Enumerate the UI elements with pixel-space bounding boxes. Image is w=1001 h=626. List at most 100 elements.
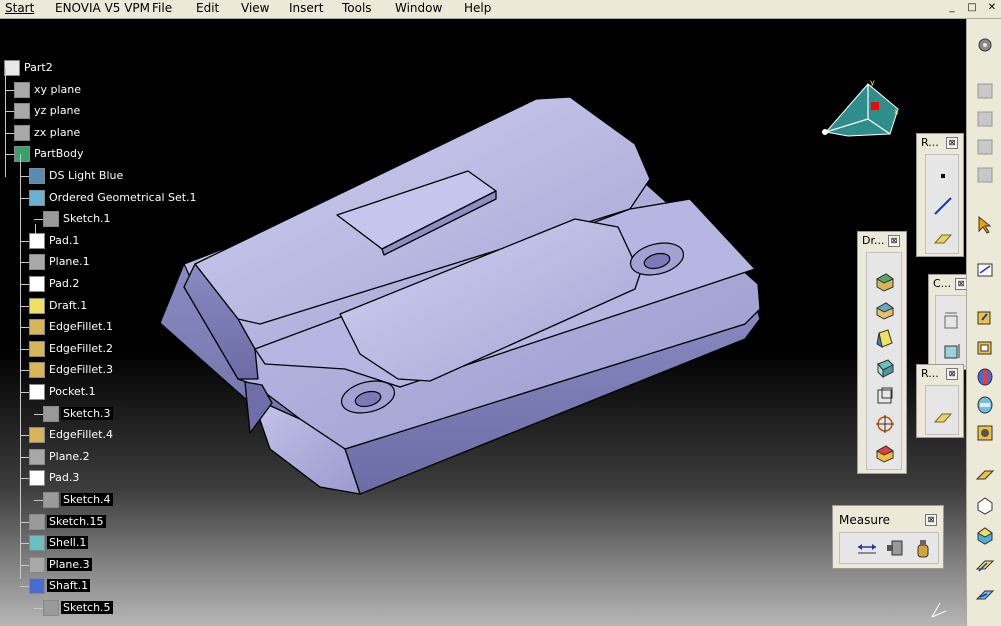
tree-node-label: PartBody bbox=[34, 147, 84, 161]
hole-icon[interactable] bbox=[975, 423, 995, 443]
tree-node-sketch-3[interactable]: Sketch.3 bbox=[43, 405, 113, 423]
measure-toolbar-close-button[interactable]: ⊠ bbox=[925, 514, 937, 526]
tree-node-pad-2[interactable]: Pad.2 bbox=[29, 275, 81, 293]
reference-toolbar-close-button[interactable]: ⊠ bbox=[946, 137, 958, 149]
tree-node-label: Plane.2 bbox=[49, 449, 90, 463]
menu-view[interactable]: View bbox=[241, 1, 269, 16]
multi-section-icon[interactable] bbox=[975, 585, 995, 605]
tree-connector bbox=[20, 240, 29, 242]
tree-node-pad-3[interactable]: Pad.3 bbox=[29, 469, 81, 487]
tree-node-plane-2[interactable]: Plane.2 bbox=[29, 448, 92, 466]
stiffener-icon[interactable] bbox=[975, 555, 995, 575]
tree-node-plane-3[interactable]: Plane.3 bbox=[29, 556, 92, 574]
chamfer-icon[interactable] bbox=[874, 299, 896, 321]
edge-fillet-icon[interactable] bbox=[874, 271, 896, 293]
measure-item-icon[interactable] bbox=[884, 537, 906, 559]
tree-node-edgefillet-3[interactable]: EdgeFillet.3 bbox=[29, 361, 115, 379]
tree-node-shaft-1[interactable]: Shaft.1 bbox=[29, 577, 91, 595]
tree-node-pad-1[interactable]: Pad.1 bbox=[29, 232, 81, 250]
plane-icon-2[interactable] bbox=[932, 406, 954, 428]
tree-node-label: Shaft.1 bbox=[47, 579, 91, 593]
menu-window[interactable]: Window bbox=[395, 1, 442, 16]
shaft-icon[interactable] bbox=[975, 367, 995, 387]
rib-icon[interactable] bbox=[975, 465, 995, 485]
solid-combine-icon[interactable] bbox=[975, 525, 995, 545]
compass-widget[interactable]: y x bbox=[818, 74, 908, 149]
tree-node-part2[interactable]: Part2 bbox=[4, 59, 55, 77]
tree-node-zx-plane[interactable]: zx plane bbox=[14, 124, 82, 142]
dress-up-toolbar: Dr... ⊠ bbox=[857, 231, 907, 474]
workbench-gear-icon[interactable] bbox=[975, 35, 995, 55]
tree-node-edgefillet-1[interactable]: EdgeFillet.1 bbox=[29, 318, 115, 336]
tree-connector bbox=[20, 370, 29, 372]
3d-viewport[interactable]: y x Part2 xy plane yz plane zx plane PartBod… bbox=[0, 19, 966, 626]
tree-node-label: EdgeFillet.1 bbox=[49, 320, 113, 334]
menu-insert[interactable]: Insert bbox=[289, 1, 323, 16]
tree-node-sketch-1[interactable]: Sketch.1 bbox=[43, 210, 113, 228]
disabled-tool-1-icon[interactable] bbox=[975, 81, 995, 101]
draft-icon[interactable] bbox=[874, 327, 896, 349]
menu-start[interactable]: Start bbox=[5, 1, 34, 16]
tree-node-yz-plane[interactable]: yz plane bbox=[14, 102, 82, 120]
tree-node-sketch-5[interactable]: Sketch.5 bbox=[43, 599, 113, 617]
disabled-tool-3-icon[interactable] bbox=[975, 137, 995, 157]
tree-node-ds-light-blue[interactable]: DS Light Blue bbox=[29, 167, 125, 185]
sketch-icon bbox=[43, 492, 59, 508]
dress-up-toolbar-title: Dr... bbox=[862, 234, 885, 247]
thickness-icon[interactable] bbox=[874, 385, 896, 407]
tree-node-edgefillet-4[interactable]: EdgeFillet.4 bbox=[29, 426, 115, 444]
tree-node-plane-1[interactable]: Plane.1 bbox=[29, 253, 92, 271]
point-icon[interactable] bbox=[932, 165, 954, 187]
menu-help[interactable]: Help bbox=[464, 1, 491, 16]
measure-inertia-icon[interactable] bbox=[912, 537, 934, 559]
tree-node-sketch-4[interactable]: Sketch.4 bbox=[43, 491, 113, 509]
tree-node-draft-1[interactable]: Draft.1 bbox=[29, 297, 89, 315]
tree-node-xy-plane[interactable]: xy plane bbox=[14, 81, 83, 99]
plane-icon[interactable] bbox=[932, 227, 954, 249]
remove-face-icon[interactable] bbox=[874, 441, 896, 463]
pad-icon[interactable] bbox=[975, 307, 995, 327]
tree-node-label: Draft.1 bbox=[49, 298, 88, 312]
sketcher-icon[interactable] bbox=[975, 259, 995, 279]
reference-toolbar-2-close-button[interactable]: ⊠ bbox=[946, 368, 958, 380]
tree-node-ordered-geometrical-set-1[interactable]: Ordered Geometrical Set.1 bbox=[29, 189, 199, 207]
sketch-icon bbox=[29, 513, 45, 530]
pocket-icon[interactable] bbox=[975, 337, 995, 357]
menu-edit[interactable]: Edit bbox=[196, 1, 219, 16]
compass-red-marker-icon bbox=[871, 102, 879, 110]
minimize-button[interactable]: _ bbox=[946, 2, 958, 14]
menu-tools[interactable]: Tools bbox=[342, 1, 372, 16]
tree-node-sketch-15[interactable]: Sketch.15 bbox=[29, 513, 106, 531]
tree-node-pocket-1[interactable]: Pocket.1 bbox=[29, 383, 98, 401]
tree-connector bbox=[34, 608, 43, 609]
compass-origin-handle-icon[interactable] bbox=[822, 129, 828, 135]
thread-icon[interactable] bbox=[874, 413, 896, 435]
select-cursor-icon[interactable] bbox=[975, 215, 995, 235]
plane-icon bbox=[14, 81, 30, 98]
edge-fillet-icon bbox=[29, 319, 45, 336]
line-icon[interactable] bbox=[932, 195, 954, 217]
menu-file[interactable]: File bbox=[152, 1, 172, 16]
tree-node-label: Plane.1 bbox=[49, 255, 90, 269]
groove-icon[interactable] bbox=[975, 395, 995, 415]
tree-node-edgefillet-2[interactable]: EdgeFillet.2 bbox=[29, 340, 115, 358]
tree-node-label: Sketch.15 bbox=[47, 514, 106, 528]
tree-node-partbody[interactable]: PartBody bbox=[14, 145, 85, 163]
tree-node-label: Pad.2 bbox=[49, 277, 80, 290]
plane-icon bbox=[29, 448, 45, 465]
slot-icon[interactable] bbox=[975, 495, 995, 515]
constraint-defined-icon[interactable] bbox=[941, 340, 963, 362]
reference-toolbar-2-inner bbox=[925, 385, 959, 435]
measure-between-icon[interactable] bbox=[856, 537, 878, 559]
tree-connector bbox=[20, 262, 29, 264]
disabled-tool-4-icon[interactable] bbox=[975, 165, 995, 185]
menu-enovia[interactable]: ENOVIA V5 VPM bbox=[55, 1, 150, 16]
tree-node-shell-1[interactable]: Shell.1 bbox=[29, 534, 89, 552]
disabled-tool-2-icon[interactable] bbox=[975, 109, 995, 129]
close-button[interactable]: ✕ bbox=[986, 2, 998, 14]
shell-icon[interactable] bbox=[874, 357, 896, 379]
dress-up-toolbar-close-button[interactable]: ⊠ bbox=[888, 235, 900, 247]
restore-button[interactable]: □ bbox=[966, 2, 978, 14]
tree-connector bbox=[34, 413, 43, 415]
constraint-icon[interactable] bbox=[941, 310, 963, 332]
